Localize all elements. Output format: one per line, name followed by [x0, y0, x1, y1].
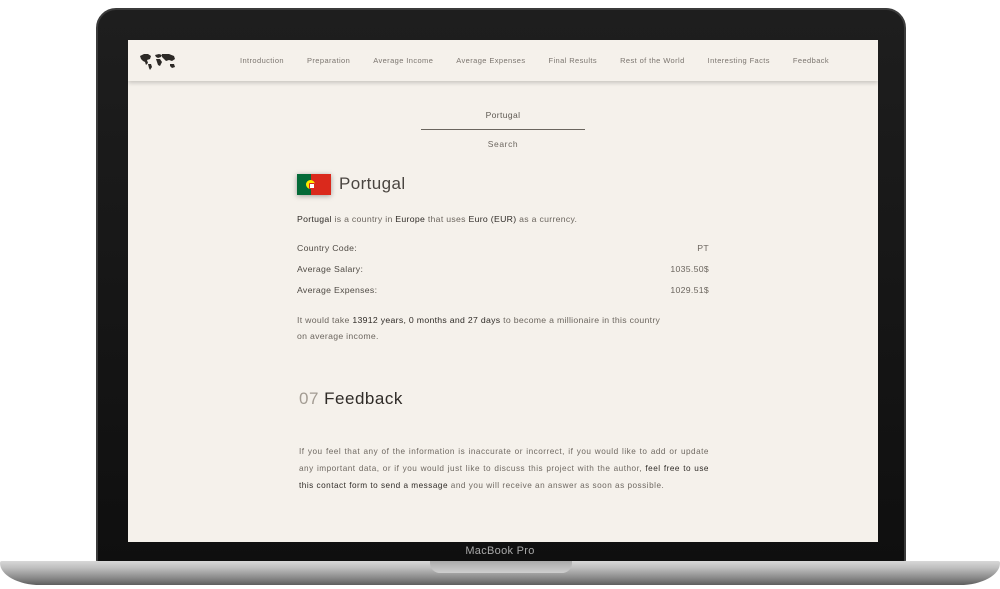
- info-label: Country Code:: [297, 243, 357, 253]
- info-row-average-expenses: Average Expenses: 1029.51$: [297, 285, 709, 295]
- nav-introduction[interactable]: Introduction: [240, 56, 284, 65]
- section-title: Feedback: [324, 389, 403, 408]
- section-number: 07: [299, 389, 319, 408]
- description-country: Portugal: [297, 214, 332, 224]
- country-description: Portugal is a country in Europe that use…: [297, 214, 578, 224]
- nav-preparation[interactable]: Preparation: [307, 56, 350, 65]
- info-label: Average Salary:: [297, 264, 364, 274]
- nav-average-income[interactable]: Average Income: [373, 56, 433, 65]
- country-title: Portugal: [339, 174, 406, 193]
- info-row-country-code: Country Code: PT: [297, 243, 709, 253]
- world-map-icon[interactable]: [138, 51, 178, 71]
- search-input-underline: [421, 129, 585, 130]
- info-row-average-salary: Average Salary: 1035.50$: [297, 264, 709, 274]
- info-value: 1035.50$: [670, 264, 709, 274]
- nav-average-expenses[interactable]: Average Expenses: [456, 56, 525, 65]
- browser-viewport: Introduction Preparation Average Income …: [128, 40, 878, 542]
- info-value: 1029.51$: [670, 285, 709, 295]
- description-currency: Euro (EUR): [468, 214, 517, 224]
- nav-interesting-facts[interactable]: Interesting Facts: [708, 56, 770, 65]
- info-value: PT: [697, 243, 709, 253]
- laptop-notch: [430, 561, 572, 573]
- feedback-paragraph: If you feel that any of the information …: [299, 447, 709, 490]
- millionaire-duration: 13912 years, 0 months and 27 days: [352, 315, 501, 325]
- description-continent: Europe: [395, 214, 426, 224]
- feedback-section-heading: 07 Feedback: [299, 389, 403, 409]
- device-label: MacBook Pro: [465, 545, 535, 557]
- nav-feedback[interactable]: Feedback: [793, 56, 829, 65]
- millionaire-estimate: It would take 13912 years, 0 months and …: [297, 315, 661, 341]
- nav-rest-of-the-world[interactable]: Rest of the World: [620, 56, 685, 65]
- nav-final-results[interactable]: Final Results: [549, 56, 598, 65]
- portugal-flag-icon: [297, 174, 331, 195]
- top-navbar: Introduction Preparation Average Income …: [128, 40, 878, 81]
- info-label: Average Expenses:: [297, 285, 378, 295]
- search-button[interactable]: Search: [468, 139, 538, 149]
- country-search-input[interactable]: Portugal: [421, 110, 585, 120]
